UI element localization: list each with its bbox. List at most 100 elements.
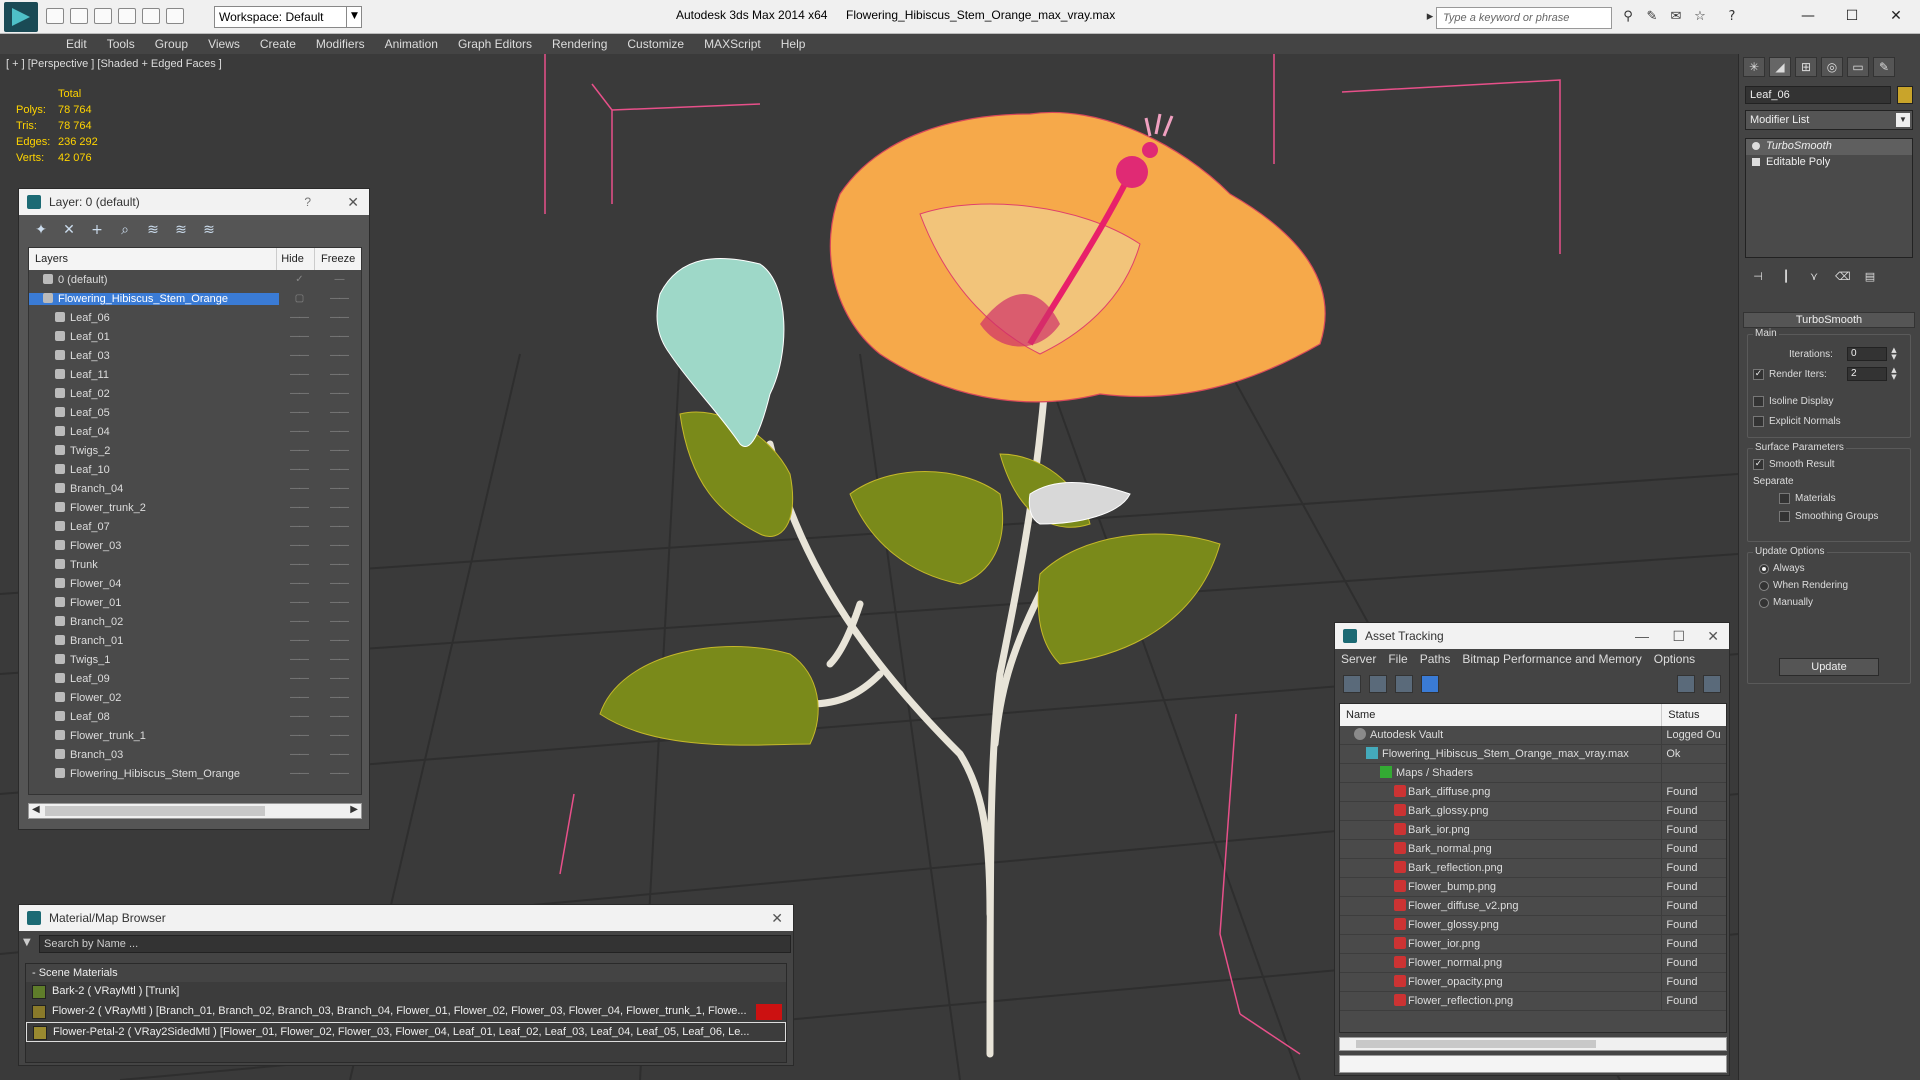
asset-row[interactable]: Flower_diffuse_v2.png Found [1340,897,1726,916]
show-end-result-icon[interactable]: ┃ [1779,270,1793,284]
hide-toggle[interactable]: —— [279,749,319,760]
asset-name-cell[interactable]: Bark_reflection.png [1340,859,1663,877]
expand-plus-icon[interactable] [1752,158,1760,166]
asset-row[interactable]: Flower_normal.png Found [1340,954,1726,973]
layer-row[interactable]: Leaf_06 —— —— [29,308,361,327]
asset-row[interactable]: Bark_diffuse.png Found [1340,783,1726,802]
asset-row[interactable]: Bark_ior.png Found [1340,821,1726,840]
hide-all-icon[interactable]: ≋ [171,221,191,239]
open-file-icon[interactable] [70,8,88,24]
menu-maxscript[interactable]: MAXScript [694,34,771,54]
hide-toggle[interactable]: —— [279,559,319,570]
layer-row[interactable]: Twigs_1 —— —— [29,650,361,669]
iterations-spinner[interactable]: 0 [1847,347,1887,361]
asset-row[interactable]: Flower_ior.png Found [1340,935,1726,954]
render-iters-checkbox[interactable]: ✓ [1753,369,1764,380]
layer-row[interactable]: Flower_01 —— —— [29,593,361,612]
material-row[interactable]: Flower-Petal-2 ( VRay2SidedMtl ) [Flower… [26,1022,786,1042]
layer-row[interactable]: Leaf_02 —— —— [29,384,361,403]
freeze-toggle[interactable]: — [319,274,359,285]
layer-name-cell[interactable]: 0 (default) [29,273,279,286]
layer-name-cell[interactable]: Trunk [29,558,279,571]
modifier-list-dropdown[interactable]: Modifier List ▼ [1745,110,1913,130]
material-row[interactable]: Bark-2 ( VRayMtl ) [Trunk] [26,982,786,1002]
asset-row[interactable]: Flower_reflection.png Found [1340,992,1726,1011]
freeze-toggle[interactable]: —— [319,312,359,323]
modify-tab-icon[interactable]: ◢ [1769,57,1791,77]
menu-edit[interactable]: Edit [56,34,97,54]
when-rendering-radio[interactable] [1759,581,1769,591]
layer-name-cell[interactable]: Leaf_05 [29,406,279,419]
layer-name-cell[interactable]: Leaf_11 [29,368,279,381]
asset-name-cell[interactable]: Flower_bump.png [1340,878,1663,896]
save-file-icon[interactable] [94,8,112,24]
hide-toggle[interactable]: —— [279,597,319,608]
layer-row[interactable]: Branch_04 —— —— [29,479,361,498]
hide-toggle[interactable]: ▢ [279,293,319,304]
layer-name-cell[interactable]: Branch_01 [29,634,279,647]
material-row[interactable]: Flower-2 ( VRayMtl ) [Branch_01, Branch_… [26,1002,786,1022]
hide-toggle[interactable]: —— [279,464,319,475]
freeze-toggle[interactable]: —— [319,673,359,684]
layer-name-cell[interactable]: Flowering_Hibiscus_Stem_Orange [29,292,279,305]
layer-name-cell[interactable]: Flower_03 [29,539,279,552]
layer-name-cell[interactable]: Leaf_10 [29,463,279,476]
asset-name-cell[interactable]: Bark_glossy.png [1340,802,1663,820]
freeze-toggle[interactable]: —— [319,388,359,399]
always-radio[interactable] [1759,564,1769,574]
viewport-label[interactable]: [ + ] [Perspective ] [Shaded + Edged Fac… [6,58,222,70]
layer-row[interactable]: Trunk —— —— [29,555,361,574]
layer-name-cell[interactable]: Leaf_07 [29,520,279,533]
list-view-icon[interactable] [1369,675,1387,693]
freeze-toggle[interactable]: —— [319,597,359,608]
freeze-toggle[interactable]: —— [319,768,359,779]
layer-row[interactable]: 0 (default) ✓ — [29,270,361,289]
freeze-toggle[interactable]: —— [319,692,359,703]
utilities-tab-icon[interactable]: ✎ [1873,57,1895,77]
layer-row[interactable]: Flowering_Hibiscus_Stem_Orange —— —— [29,764,361,783]
layer-name-cell[interactable]: Branch_03 [29,748,279,761]
layer-row[interactable]: Leaf_07 —— —— [29,517,361,536]
asset-row[interactable]: Autodesk Vault Logged Ou [1340,726,1726,745]
asset-name-cell[interactable]: Flowering_Hibiscus_Stem_Orange_max_vray.… [1340,745,1663,763]
layer-name-cell[interactable]: Leaf_08 [29,710,279,723]
highlight-layer-icon[interactable]: ≋ [143,221,163,239]
delete-layer-icon[interactable]: ✕ [59,221,79,239]
layer-row[interactable]: Flower_03 —— —— [29,536,361,555]
materials-checkbox[interactable] [1779,493,1790,504]
material-search-input[interactable]: Search by Name ... [39,935,791,953]
freeze-toggle[interactable]: —— [319,635,359,646]
asset-name-cell[interactable]: Flower_diffuse_v2.png [1340,897,1663,915]
spinner-arrows-icon[interactable]: ▲ ▼ [1889,347,1899,361]
asset-name-cell[interactable]: Maps / Shaders [1340,764,1663,782]
layer-row[interactable]: Leaf_10 —— —— [29,460,361,479]
scroll-right-icon[interactable]: ▶ [350,804,358,815]
scroll-left-icon[interactable]: ◀ [32,804,40,815]
freeze-toggle[interactable]: —— [319,578,359,589]
asset-name-cell[interactable]: Flower_ior.png [1340,935,1663,953]
freeze-toggle[interactable]: —— [319,331,359,342]
table-view-icon[interactable] [1421,675,1439,693]
asset-name-cell[interactable]: Flower_normal.png [1340,954,1663,972]
create-layer-icon[interactable]: ✦ [31,221,51,239]
hide-toggle[interactable]: —— [279,730,319,741]
hide-toggle[interactable]: —— [279,350,319,361]
layer-row[interactable]: Leaf_09 —— —— [29,669,361,688]
asset-name-cell[interactable]: Flower_reflection.png [1340,992,1663,1010]
asset-row[interactable]: Bark_glossy.png Found [1340,802,1726,821]
thumbnail-view-icon[interactable] [1395,675,1413,693]
asset-menu-bitmap-performance-and-memory[interactable]: Bitmap Performance and Memory [1462,652,1641,668]
app-logo-icon[interactable] [4,2,38,32]
freeze-toggle[interactable]: —— [319,521,359,532]
menu-tools[interactable]: Tools [97,34,145,54]
scroll-thumb[interactable] [45,806,265,816]
layer-row[interactable]: Flower_02 —— —— [29,688,361,707]
layer-row[interactable]: Leaf_05 —— —— [29,403,361,422]
asset-row[interactable]: Maps / Shaders [1340,764,1726,783]
hide-toggle[interactable]: —— [279,768,319,779]
hide-toggle[interactable]: —— [279,312,319,323]
object-color-swatch[interactable] [1897,86,1913,104]
layer-row[interactable]: Twigs_2 —— —— [29,441,361,460]
layer-row[interactable]: Leaf_11 —— —— [29,365,361,384]
hide-toggle[interactable]: —— [279,692,319,703]
